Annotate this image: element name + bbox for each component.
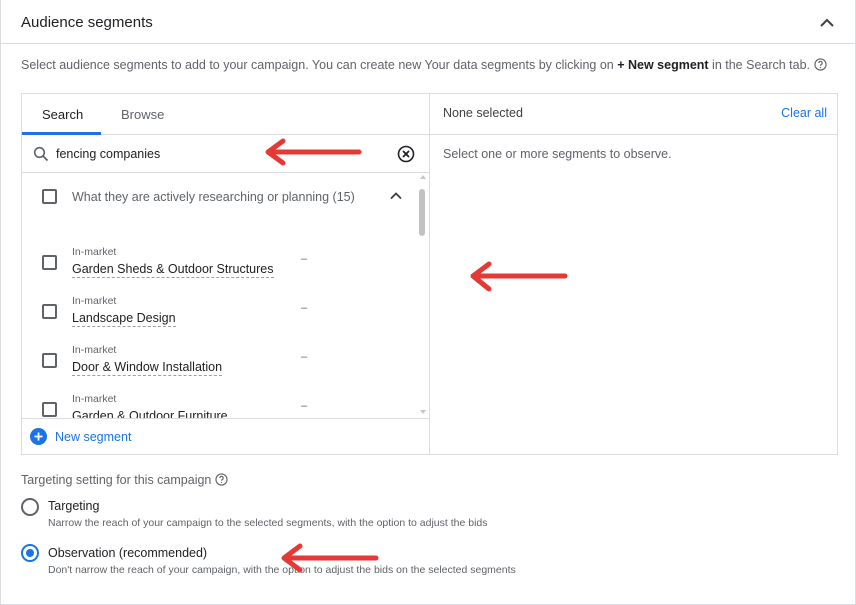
segment-type: In-market — [72, 295, 117, 307]
card-header[interactable]: Audience segments — [1, 0, 856, 44]
list-item[interactable]: In-market Garden Sheds & Outdoor Structu… — [22, 246, 418, 295]
list-item[interactable]: In-market Garden & Outdoor Furniture – — [22, 393, 418, 418]
scroll-thumb[interactable] — [419, 189, 425, 236]
segment-checkbox[interactable] — [42, 353, 57, 368]
segment-checkbox[interactable] — [42, 402, 57, 417]
search-row — [22, 135, 430, 173]
targeting-setting-title: Targeting setting for this campaign — [21, 473, 229, 487]
intro-bold: + New segment — [617, 58, 709, 72]
intro-text: Select audience segments to add to your … — [21, 58, 827, 72]
section-title: Audience segments — [21, 14, 153, 31]
tab-bar: Search Browse — [22, 94, 430, 135]
list-item[interactable]: In-market Landscape Design – — [22, 295, 418, 344]
segment-reach: – — [301, 400, 308, 412]
segment-reach: – — [301, 253, 308, 265]
help-icon[interactable] — [215, 473, 229, 486]
tab-search[interactable]: Search — [42, 107, 83, 122]
list-item[interactable]: In-market Door & Window Installation – — [22, 344, 418, 393]
selected-header: None selected Clear all — [430, 94, 837, 135]
search-icon — [33, 146, 49, 162]
segment-type: In-market — [72, 393, 117, 405]
segment-checkbox[interactable] — [42, 255, 57, 270]
segment-name: Landscape Design — [72, 311, 176, 327]
audience-segments-card: Audience segments Select audience segmen… — [0, 0, 856, 605]
new-segment-label: New segment — [55, 430, 132, 444]
chevron-up-icon[interactable] — [387, 187, 405, 205]
group-checkbox[interactable] — [42, 189, 57, 204]
segment-name: Door & Window Installation — [72, 360, 223, 376]
results-scrollbar[interactable] — [418, 173, 428, 418]
results-list: What they are actively researching or pl… — [22, 173, 430, 418]
result-group[interactable]: What they are actively researching or pl… — [22, 173, 418, 219]
targeting-option-description: Narrow the reach of your campaign to the… — [48, 517, 488, 529]
new-segment-button[interactable]: New segment — [22, 418, 430, 454]
segments-panel: Search Browse What they — [21, 93, 838, 455]
segment-name: Garden Sheds & Outdoor Structures — [72, 262, 274, 278]
scroll-up-arrow[interactable] — [420, 175, 426, 179]
targeting-option-label[interactable]: Targeting — [48, 499, 99, 513]
search-pane: Search Browse What they — [22, 94, 430, 454]
segment-reach: – — [301, 351, 308, 363]
segment-type: In-market — [72, 246, 117, 258]
chevron-up-icon[interactable] — [817, 13, 837, 33]
clear-all-link[interactable]: Clear all — [781, 106, 827, 120]
annotation-arrow — [281, 543, 379, 573]
add-circle-icon — [30, 428, 47, 445]
segment-type: In-market — [72, 344, 117, 356]
segment-name: Garden & Outdoor Furniture — [72, 409, 228, 418]
annotation-arrow — [470, 261, 568, 292]
targeting-radio[interactable] — [21, 498, 39, 516]
intro-prefix: Select audience segments to add to your … — [21, 58, 618, 72]
annotation-arrow — [265, 138, 362, 166]
segment-checkbox[interactable] — [42, 304, 57, 319]
scroll-down-arrow[interactable] — [420, 410, 426, 414]
selected-count: None selected — [443, 106, 523, 120]
targeting-title-text: Targeting setting for this campaign — [21, 473, 212, 487]
segment-reach: – — [301, 302, 308, 314]
observation-option-label[interactable]: Observation (recommended) — [48, 546, 207, 560]
help-icon[interactable] — [814, 58, 827, 71]
group-label: What they are actively researching or pl… — [72, 190, 355, 204]
selected-hint: Select one or more segments to observe. — [443, 147, 672, 161]
tab-browse[interactable]: Browse — [121, 107, 164, 122]
clear-search-icon[interactable] — [397, 145, 415, 163]
intro-suffix: in the Search tab. — [708, 58, 811, 72]
observation-radio[interactable] — [21, 544, 39, 562]
